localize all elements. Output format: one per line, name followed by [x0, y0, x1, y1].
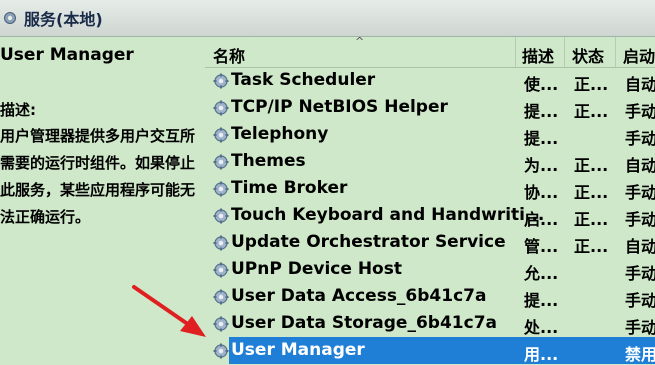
service-gear-icon — [213, 343, 229, 359]
service-name: User Data Access_6b41c7a — [231, 286, 487, 306]
service-status: 正... — [574, 156, 609, 175]
service-name: Themes — [231, 151, 306, 171]
service-description: 用... — [524, 345, 559, 364]
service-row[interactable]: Themes 为... 正... 自动 — [205, 148, 655, 175]
service-row[interactable]: Task Scheduler 使... 正... 自动 — [205, 67, 655, 94]
service-gear-icon — [213, 289, 229, 305]
service-gear-icon — [213, 127, 229, 143]
window-title: 服务(本地) — [24, 10, 103, 29]
service-startup-type: 手动 — [625, 129, 655, 148]
window-header: 服务(本地) — [0, 0, 655, 37]
service-description: 允... — [524, 264, 559, 283]
service-startup-type: 手动 — [625, 210, 655, 229]
column-header-row: ^ 名称 描述 状态 启动 — [205, 35, 655, 68]
service-row[interactable]: Touch Keyboard and Handwriti... 启... 正... 手… — [205, 202, 655, 229]
service-startup-type: 手动 — [625, 264, 655, 283]
service-gear-icon — [213, 154, 229, 170]
service-row[interactable]: UPnP Device Host 允... 手动 — [205, 256, 655, 283]
service-description: 提... — [524, 291, 559, 310]
service-startup-type: 手动 — [625, 318, 655, 337]
service-status: 正... — [574, 237, 609, 256]
service-row[interactable]: User Manager 用... 禁用 — [205, 337, 655, 364]
service-description: 管... — [524, 237, 559, 256]
service-gear-icon — [213, 181, 229, 197]
service-description: 提... — [524, 129, 559, 148]
service-row[interactable]: TCP/IP NetBIOS Helper 提... 正... 手动 — [205, 94, 655, 121]
service-description: 处... — [524, 318, 559, 337]
column-separator[interactable] — [564, 37, 565, 67]
service-name: Task Scheduler — [231, 70, 376, 90]
service-name: User Data Storage_6b41c7a — [231, 313, 497, 333]
service-startup-type: 自动 — [625, 237, 655, 256]
column-header-status[interactable]: 状态 — [572, 43, 604, 67]
column-separator[interactable] — [615, 37, 616, 67]
service-name: User Manager — [231, 340, 365, 360]
column-header-startup[interactable]: 启动 — [623, 43, 655, 67]
service-name: TCP/IP NetBIOS Helper — [231, 97, 448, 117]
service-gear-icon — [213, 100, 229, 116]
red-arrow-icon — [132, 285, 206, 337]
service-status: 正... — [574, 75, 609, 94]
selected-service-name: User Manager — [0, 45, 134, 65]
service-gear-icon — [213, 208, 229, 224]
sort-caret-icon: ^ — [355, 35, 365, 48]
description-label: 描述: — [0, 101, 36, 119]
gear-icon — [2, 10, 18, 26]
service-name: Touch Keyboard and Handwriti... — [231, 205, 545, 225]
service-row[interactable]: Update Orchestrator Service 管... 正... 自动 — [205, 229, 655, 256]
service-row[interactable]: User Data Access_6b41c7a 提... 手动 — [205, 283, 655, 310]
service-gear-icon — [213, 316, 229, 332]
service-startup-type: 禁用 — [625, 345, 655, 364]
service-startup-type: 手动 — [625, 102, 655, 121]
service-name: Update Orchestrator Service — [231, 232, 506, 252]
description-text: 用户管理器提供多用户交互所需要的运行时组件。如果停止此服务，某些应用程序可能无法… — [0, 127, 196, 226]
service-gear-icon — [213, 235, 229, 251]
service-row[interactable]: Telephony 提... 手动 — [205, 121, 655, 148]
service-status: 正... — [574, 183, 609, 202]
service-status: 正... — [574, 210, 609, 229]
column-separator[interactable] — [515, 37, 516, 67]
service-status: 正... — [574, 102, 609, 121]
service-startup-type: 手动 — [625, 291, 655, 310]
service-startup-type: 自动 — [625, 75, 655, 94]
service-description: 提... — [524, 102, 559, 121]
service-description: 启... — [524, 210, 559, 229]
service-name: UPnP Device Host — [231, 259, 402, 279]
service-description: 协... — [524, 183, 559, 202]
service-gear-icon — [213, 262, 229, 278]
service-gear-icon — [213, 73, 229, 89]
service-startup-type: 自动 — [625, 156, 655, 175]
service-name: Telephony — [231, 124, 329, 144]
service-name: Time Broker — [231, 178, 348, 198]
service-description: 使... — [524, 75, 559, 94]
column-header-name[interactable]: 名称 — [213, 43, 245, 67]
column-header-description[interactable]: 描述 — [522, 43, 554, 67]
service-description: 为... — [524, 156, 559, 175]
service-startup-type: 手动 — [625, 183, 655, 202]
service-row[interactable]: Time Broker 协... 正... 手动 — [205, 175, 655, 202]
services-table: ^ 名称 描述 状态 启动 Task Scheduler 使... 正... 自动 TC… — [205, 35, 655, 365]
service-row[interactable]: User Data Storage_6b41c7a 处... 手动 — [205, 310, 655, 337]
